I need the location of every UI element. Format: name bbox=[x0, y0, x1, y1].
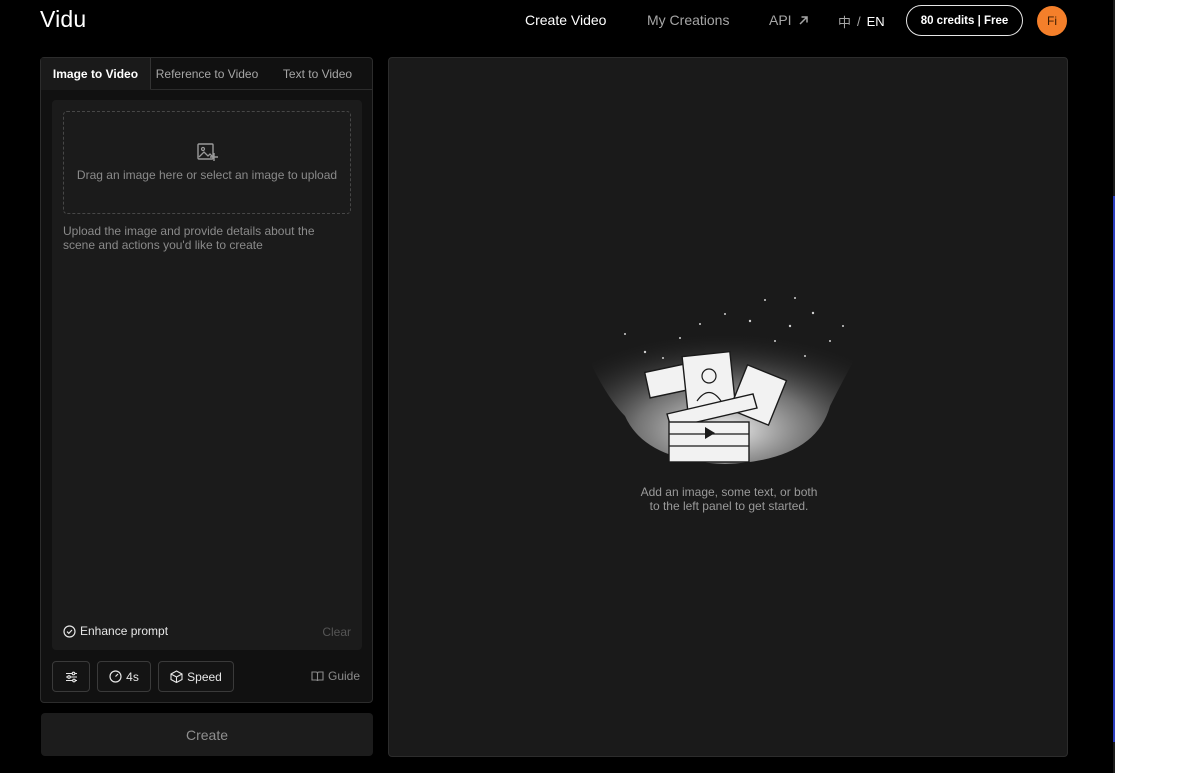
empty-state-line-1: Add an image, some text, or both bbox=[640, 485, 818, 499]
duration-button[interactable]: 4s bbox=[97, 661, 151, 692]
image-upload-zone[interactable]: Drag an image here or select an image to… bbox=[63, 111, 351, 214]
nav-my-creations[interactable]: My Creations bbox=[647, 12, 729, 28]
tab-reference-to-video[interactable]: Reference to Video bbox=[151, 58, 263, 90]
book-icon bbox=[311, 671, 324, 682]
empty-state-illustration bbox=[585, 297, 865, 464]
check-circle-icon bbox=[63, 624, 76, 638]
empty-state-text: Add an image, some text, or both to the … bbox=[579, 485, 879, 513]
lang-zh[interactable]: 中 bbox=[838, 12, 851, 31]
clock-icon bbox=[109, 670, 122, 683]
duration-label: 4s bbox=[126, 669, 139, 684]
tab-image-to-video[interactable]: Image to Video bbox=[41, 58, 151, 90]
lang-separator: / bbox=[857, 14, 861, 29]
nav-create-video[interactable]: Create Video bbox=[525, 12, 606, 28]
settings-button[interactable] bbox=[52, 661, 90, 692]
language-switch[interactable]: 中 / EN bbox=[838, 12, 885, 31]
tab-text-to-video[interactable]: Text to Video bbox=[263, 58, 372, 90]
credits-button[interactable]: 80 credits | Free bbox=[906, 5, 1023, 36]
speed-button[interactable]: Speed bbox=[158, 661, 234, 692]
clear-button[interactable]: Clear bbox=[322, 625, 351, 639]
enhance-prompt-label: Enhance prompt bbox=[80, 624, 169, 638]
guide-label: Guide bbox=[328, 669, 361, 683]
enhance-prompt-toggle[interactable]: Enhance prompt bbox=[63, 624, 168, 638]
app-window: Vidu Create Video My Creations API 中 / E… bbox=[0, 0, 1113, 773]
arrow-up-right-icon bbox=[799, 15, 808, 25]
logo[interactable]: Vidu bbox=[40, 6, 86, 33]
sliders-icon bbox=[65, 671, 77, 682]
preview-panel: Add an image, some text, or both to the … bbox=[388, 57, 1068, 757]
empty-state-line-2: to the left panel to get started. bbox=[649, 499, 809, 513]
mode-tabs: Image to Video Reference to Video Text t… bbox=[41, 58, 372, 90]
nav-api[interactable]: API bbox=[769, 12, 809, 28]
guide-link[interactable]: Guide bbox=[311, 669, 360, 683]
cube-icon bbox=[170, 670, 183, 683]
lang-en[interactable]: EN bbox=[867, 14, 885, 29]
window-edge-accent bbox=[1113, 196, 1115, 742]
avatar[interactable]: Fi bbox=[1037, 6, 1067, 36]
prompt-input[interactable]: Upload the image and provide details abo… bbox=[63, 224, 343, 252]
prompt-box: Drag an image here or select an image to… bbox=[52, 100, 362, 650]
upload-instructions: Drag an image here or select an image to… bbox=[76, 168, 338, 182]
tabs-divider bbox=[151, 89, 372, 90]
create-button[interactable]: Create bbox=[41, 713, 373, 756]
image-add-icon bbox=[197, 143, 218, 161]
nav-api-label: API bbox=[769, 12, 792, 28]
generation-panel: Image to Video Reference to Video Text t… bbox=[40, 57, 373, 703]
speed-label: Speed bbox=[187, 669, 222, 684]
